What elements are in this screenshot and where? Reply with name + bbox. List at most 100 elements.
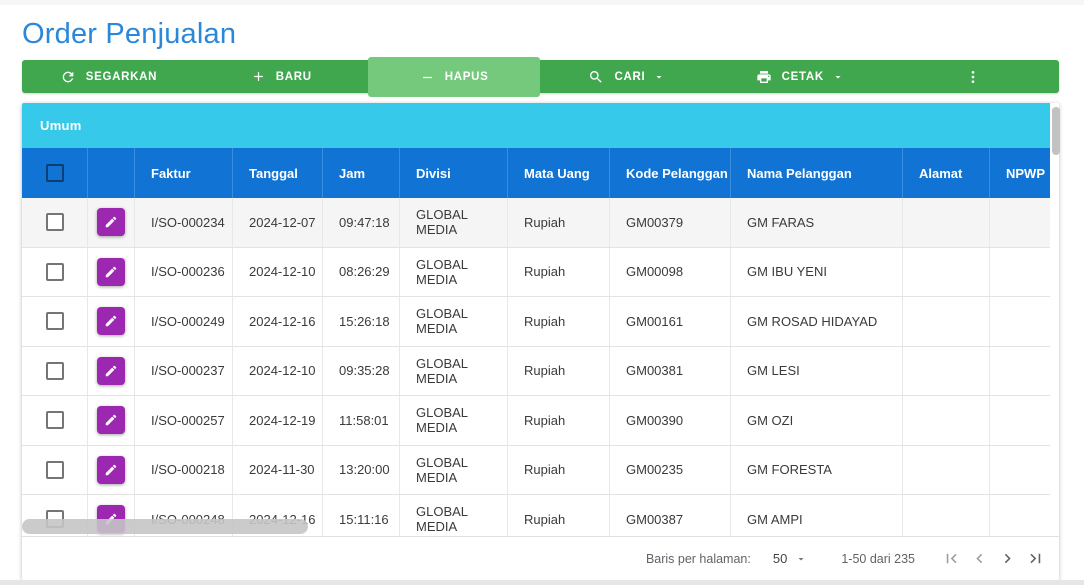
cell-jam: 11:58:01 [323,396,400,445]
last-page-button[interactable] [1021,545,1049,573]
delete-button[interactable]: HAPUS [368,57,541,97]
row-edit-cell [88,248,135,297]
cell-nama-pelanggan: GM ROSAD HIDAYAD [731,297,903,346]
cell-mata-uang: Rupiah [508,198,610,247]
cell-tanggal: 2024-12-19 [233,396,323,445]
rows-per-page-label: Baris per halaman: [646,552,751,566]
cell-alamat [903,198,990,247]
first-page-icon [942,549,961,568]
horizontal-scrollbar[interactable] [22,519,308,534]
cell-nama-pelanggan: GM AMPI [731,495,903,536]
column-header-nama-pelanggan[interactable]: Nama Pelanggan [731,148,903,198]
cell-jam: 15:26:18 [323,297,400,346]
rows-per-page-value: 50 [773,551,787,566]
cell-tanggal: 2024-11-30 [233,446,323,495]
first-page-button[interactable] [937,545,965,573]
cell-jam: 09:47:18 [323,198,400,247]
chevron-down-icon [832,71,844,83]
cell-mata-uang: Rupiah [508,347,610,396]
row-edit-cell [88,446,135,495]
row-select-cell [22,347,88,396]
cell-faktur: I/SO-000249 [135,297,233,346]
pagination-bar: Baris per halaman: 50 1-50 dari 235 [22,536,1059,580]
cell-divisi: GLOBAL MEDIA [400,446,508,495]
cell-divisi: GLOBAL MEDIA [400,396,508,445]
print-button[interactable]: CETAK [713,60,886,93]
page: Order Penjualan SEGARKAN BARU HAPUS CARI… [0,0,1084,585]
row-checkbox[interactable] [46,213,64,231]
header-edit-cell [88,148,135,198]
row-checkbox[interactable] [46,461,64,479]
edit-button[interactable] [97,258,125,286]
new-button-label: BARU [276,71,312,83]
cell-jam: 08:26:29 [323,248,400,297]
cell-npwp [990,396,1048,445]
cell-mata-uang: Rupiah [508,248,610,297]
next-page-button[interactable] [993,545,1021,573]
row-checkbox[interactable] [46,411,64,429]
vertical-scrollbar[interactable] [1052,107,1060,155]
row-checkbox[interactable] [46,263,64,281]
minus-icon [420,70,435,85]
more-vert-icon [965,69,981,85]
last-page-icon [1026,549,1045,568]
new-button[interactable]: BARU [195,60,368,93]
cell-npwp [990,347,1048,396]
table-row: I/SO-0002362024-12-1008:26:29GLOBAL MEDI… [22,248,1050,298]
row-checkbox[interactable] [46,312,64,330]
row-select-cell [22,198,88,247]
rows-per-page-select[interactable]: 50 [773,551,807,566]
cell-jam: 13:20:00 [323,446,400,495]
table-row: I/SO-0002182024-11-3013:20:00GLOBAL MEDI… [22,446,1050,496]
cell-nama-pelanggan: GM FORESTA [731,446,903,495]
edit-button[interactable] [97,406,125,434]
column-header-jam[interactable]: Jam [323,148,400,198]
column-header-mata-uang[interactable]: Mata Uang [508,148,610,198]
edit-button[interactable] [97,208,125,236]
column-header-divisi[interactable]: Divisi [400,148,508,198]
row-checkbox[interactable] [46,362,64,380]
row-select-cell [22,297,88,346]
cell-alamat [903,495,990,536]
chevron-down-icon [795,553,807,565]
cell-divisi: GLOBAL MEDIA [400,347,508,396]
plus-icon [251,69,266,84]
column-header-tanggal[interactable]: Tanggal [233,148,323,198]
edit-button[interactable] [97,357,125,385]
delete-button-label: HAPUS [445,71,489,83]
cell-faktur: I/SO-000234 [135,198,233,247]
previous-page-button[interactable] [965,545,993,573]
cell-tanggal: 2024-12-10 [233,347,323,396]
cell-kode-pelanggan: GM00379 [610,198,731,247]
print-button-label: CETAK [782,71,824,83]
table-row: I/SO-0002372024-12-1009:35:28GLOBAL MEDI… [22,347,1050,397]
cell-mata-uang: Rupiah [508,297,610,346]
cell-npwp [990,198,1048,247]
cell-mata-uang: Rupiah [508,396,610,445]
column-header-npwp[interactable]: NPWP [990,148,1048,198]
edit-icon [104,265,118,279]
cell-tanggal: 2024-12-10 [233,248,323,297]
table-header-row: Faktur Tanggal Jam Divisi Mata Uang Kode… [22,148,1050,198]
cell-alamat [903,248,990,297]
edit-button[interactable] [97,307,125,335]
cell-divisi: GLOBAL MEDIA [400,297,508,346]
toolbar: SEGARKAN BARU HAPUS CARI CETAK [22,60,1059,93]
cell-kode-pelanggan: GM00387 [610,495,731,536]
more-options-button[interactable] [886,60,1059,93]
column-header-kode-pelanggan[interactable]: Kode Pelanggan [610,148,731,198]
cell-mata-uang: Rupiah [508,495,610,536]
cell-nama-pelanggan: GM IBU YENI [731,248,903,297]
table-body: I/SO-0002342024-12-0709:47:18GLOBAL MEDI… [22,198,1050,536]
column-header-alamat[interactable]: Alamat [903,148,990,198]
section-header-umum: Umum [22,103,1050,148]
search-button[interactable]: CARI [540,60,713,93]
search-icon [588,69,604,85]
edit-button[interactable] [97,456,125,484]
cell-alamat [903,297,990,346]
select-all-checkbox[interactable] [46,164,64,182]
cell-divisi: GLOBAL MEDIA [400,248,508,297]
column-header-faktur[interactable]: Faktur [135,148,233,198]
pagination-range-label: 1-50 dari 235 [841,552,915,566]
refresh-button[interactable]: SEGARKAN [22,60,195,93]
